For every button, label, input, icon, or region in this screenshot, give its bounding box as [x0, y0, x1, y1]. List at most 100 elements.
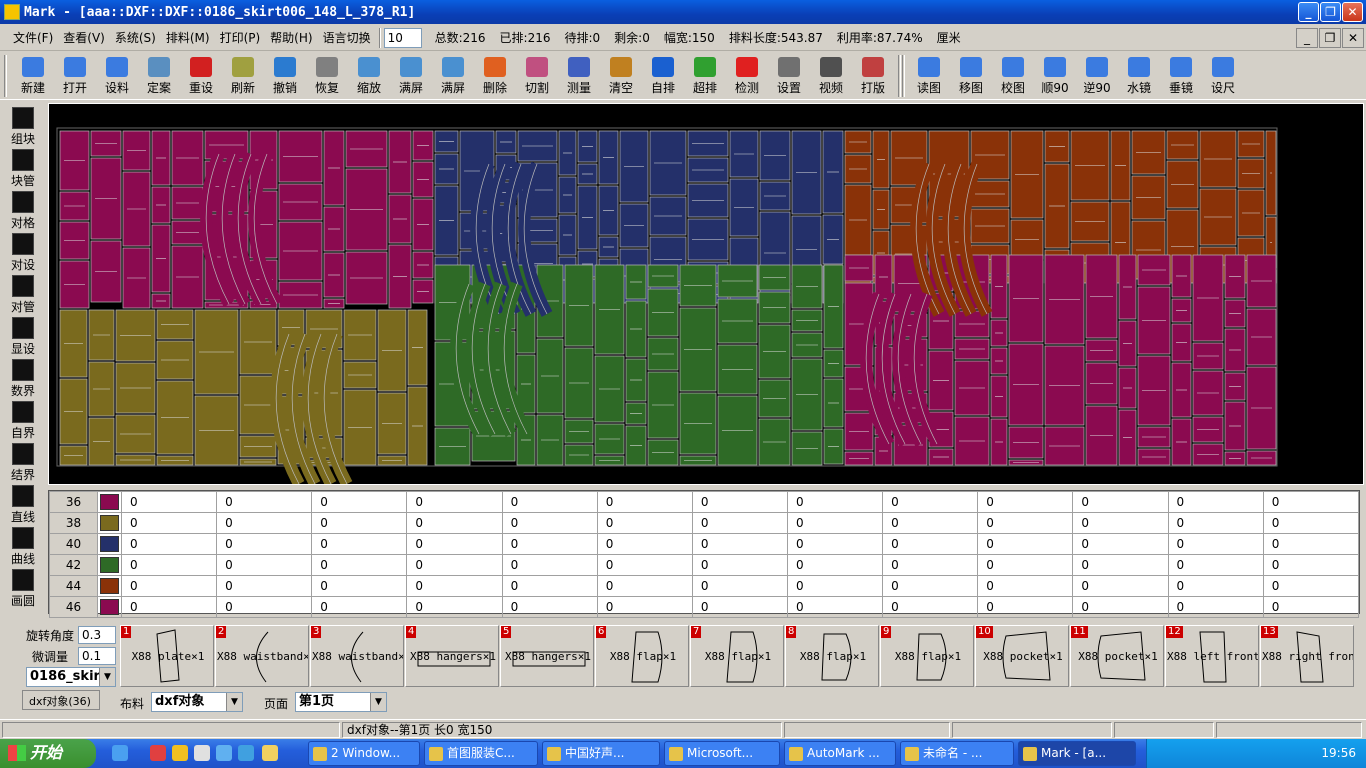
- toolbar-button-l7[interactable]: 恢复: [306, 52, 348, 98]
- toolbar-button-l3[interactable]: 定案: [138, 52, 180, 98]
- grid-cell[interactable]: 0: [120, 491, 218, 513]
- piece-tile[interactable]: 11 X88 pocket×1: [1070, 625, 1164, 687]
- fine-adjust-input[interactable]: 0.1: [78, 647, 116, 665]
- toolbar-button-l8[interactable]: 缩放: [348, 52, 390, 98]
- mdi-minimize-button[interactable]: _: [1296, 28, 1318, 48]
- taskbar-task[interactable]: 中国好声...: [542, 741, 660, 766]
- grid-cell[interactable]: 0: [406, 575, 503, 597]
- toolbar-button-l11[interactable]: 删除: [474, 52, 516, 98]
- grid-cell[interactable]: 0: [691, 596, 788, 618]
- grid-cell[interactable]: 0: [786, 554, 884, 576]
- toolbar-button-l20[interactable]: 打版: [852, 52, 894, 98]
- piece-tile[interactable]: 10 X88 pocket×1: [975, 625, 1069, 687]
- fabric-select[interactable]: dxf对象 ▼: [151, 692, 243, 712]
- grid-cell[interactable]: 0: [977, 533, 1074, 555]
- toolbar-button-r6[interactable]: 垂镜: [1160, 52, 1202, 98]
- grid-cell[interactable]: 0: [501, 575, 598, 597]
- grid-cell[interactable]: 0: [691, 533, 788, 555]
- grid-cell[interactable]: 0: [786, 596, 884, 618]
- grid-cell[interactable]: 0: [216, 596, 313, 618]
- quicklaunch-icon[interactable]: [112, 745, 128, 761]
- grid-cell[interactable]: 0: [596, 491, 693, 513]
- grid-cell[interactable]: 0: [882, 575, 979, 597]
- grid-cell[interactable]: 0: [120, 575, 218, 597]
- toolbar-button-l10[interactable]: 满屏: [432, 52, 474, 98]
- grid-cell[interactable]: 0: [120, 596, 218, 618]
- start-button[interactable]: 开始: [0, 739, 96, 768]
- taskbar-task[interactable]: Microsoft...: [664, 741, 780, 766]
- grid-cell[interactable]: 0: [691, 575, 788, 597]
- piece-tile[interactable]: 7 X88 flap×1: [690, 625, 784, 687]
- toolbar-button-l13[interactable]: 测量: [558, 52, 600, 98]
- grid-cell[interactable]: 0: [1167, 512, 1264, 534]
- grid-cell[interactable]: 0: [596, 575, 693, 597]
- sidebar-button-7[interactable]: 自界: [2, 398, 44, 440]
- grid-cell[interactable]: 0: [1167, 596, 1264, 618]
- toolbar-button-r1[interactable]: 移图: [950, 52, 992, 98]
- toolbar-button-l14[interactable]: 清空: [600, 52, 642, 98]
- folder-icon[interactable]: [262, 745, 278, 761]
- grid-cell[interactable]: 0: [596, 596, 693, 618]
- toolbar-button-l6[interactable]: 撤销: [264, 52, 306, 98]
- piece-tile[interactable]: 3 X88 waistband×1: [310, 625, 404, 687]
- menu-file[interactable]: 文件(F): [8, 29, 58, 46]
- grid-cell[interactable]: 0: [501, 533, 598, 555]
- grid-cell[interactable]: 0: [691, 554, 788, 576]
- grid-cell[interactable]: 0: [311, 554, 408, 576]
- grid-cell[interactable]: 0: [596, 512, 693, 534]
- toolbar-button-l15[interactable]: 自排: [642, 52, 684, 98]
- grid-cell[interactable]: 0: [120, 554, 218, 576]
- grid-cell[interactable]: 0: [786, 491, 884, 513]
- toolbar-button-r5[interactable]: 水镜: [1118, 52, 1160, 98]
- grid-cell[interactable]: 0: [1072, 512, 1169, 534]
- toolbar-button-l4[interactable]: 重设: [180, 52, 222, 98]
- grid-cell[interactable]: 0: [977, 575, 1074, 597]
- file-select[interactable]: 0186_skirt ▼: [26, 667, 116, 687]
- marker-layout[interactable]: [49, 104, 1363, 487]
- menu-help[interactable]: 帮助(H): [265, 29, 317, 46]
- piece-tile[interactable]: 1 X88 plate×1: [120, 625, 214, 687]
- taskbar-task[interactable]: 2 Window...: [308, 741, 420, 766]
- toolbar-button-r2[interactable]: 校图: [992, 52, 1034, 98]
- piece-tile[interactable]: 6 X88 flap×1: [595, 625, 689, 687]
- taskbar-task[interactable]: 首图服装C...: [424, 741, 538, 766]
- grid-cell[interactable]: 0: [977, 512, 1074, 534]
- grid-cell[interactable]: 0: [1262, 554, 1360, 576]
- grid-cell[interactable]: 0: [501, 512, 598, 534]
- grid-cell[interactable]: 0: [977, 491, 1074, 513]
- toolbar-button-l12[interactable]: 切割: [516, 52, 558, 98]
- rotate-angle-input[interactable]: 0.3: [78, 626, 116, 644]
- grid-cell[interactable]: 0: [311, 533, 408, 555]
- grid-cell[interactable]: 0: [1072, 596, 1169, 618]
- dxf-objects-tab[interactable]: dxf对象(36): [22, 690, 100, 710]
- sidebar-button-5[interactable]: 显设: [2, 314, 44, 356]
- grid-cell[interactable]: 0: [311, 596, 408, 618]
- menu-language[interactable]: 语言切换: [318, 29, 376, 46]
- grid-cell[interactable]: 0: [882, 554, 979, 576]
- sidebar-button-4[interactable]: 对管: [2, 272, 44, 314]
- grid-cell[interactable]: 0: [406, 512, 503, 534]
- grid-cell[interactable]: 0: [977, 596, 1074, 618]
- grid-cell[interactable]: 0: [786, 533, 884, 555]
- mdi-close-button[interactable]: ✕: [1342, 28, 1364, 48]
- toolbar-button-l17[interactable]: 检测: [726, 52, 768, 98]
- grid-cell[interactable]: 0: [1262, 575, 1360, 597]
- sidebar-button-1[interactable]: 块管: [2, 146, 44, 188]
- grid-cell[interactable]: 0: [596, 533, 693, 555]
- grid-cell[interactable]: 0: [406, 596, 503, 618]
- piece-tile[interactable]: 8 X88 flap×1: [785, 625, 879, 687]
- grid-cell[interactable]: 0: [311, 512, 408, 534]
- sidebar-button-8[interactable]: 结界: [2, 440, 44, 482]
- grid-cell[interactable]: 0: [1167, 575, 1264, 597]
- qq-icon[interactable]: [172, 745, 188, 761]
- toolbar-button-r3[interactable]: 顺90: [1034, 52, 1076, 98]
- taskbar-task[interactable]: Mark - [a...: [1018, 741, 1136, 766]
- sidebar-button-0[interactable]: 组块: [2, 104, 44, 146]
- grid-cell[interactable]: 0: [1167, 491, 1264, 513]
- toolbar-button-l16[interactable]: 超排: [684, 52, 726, 98]
- menu-nest[interactable]: 排料(M): [161, 29, 215, 46]
- sidebar-button-3[interactable]: 对设: [2, 230, 44, 272]
- grid-cell[interactable]: 0: [1167, 533, 1264, 555]
- grid-cell[interactable]: 0: [216, 575, 313, 597]
- grid-cell[interactable]: 0: [1167, 554, 1264, 576]
